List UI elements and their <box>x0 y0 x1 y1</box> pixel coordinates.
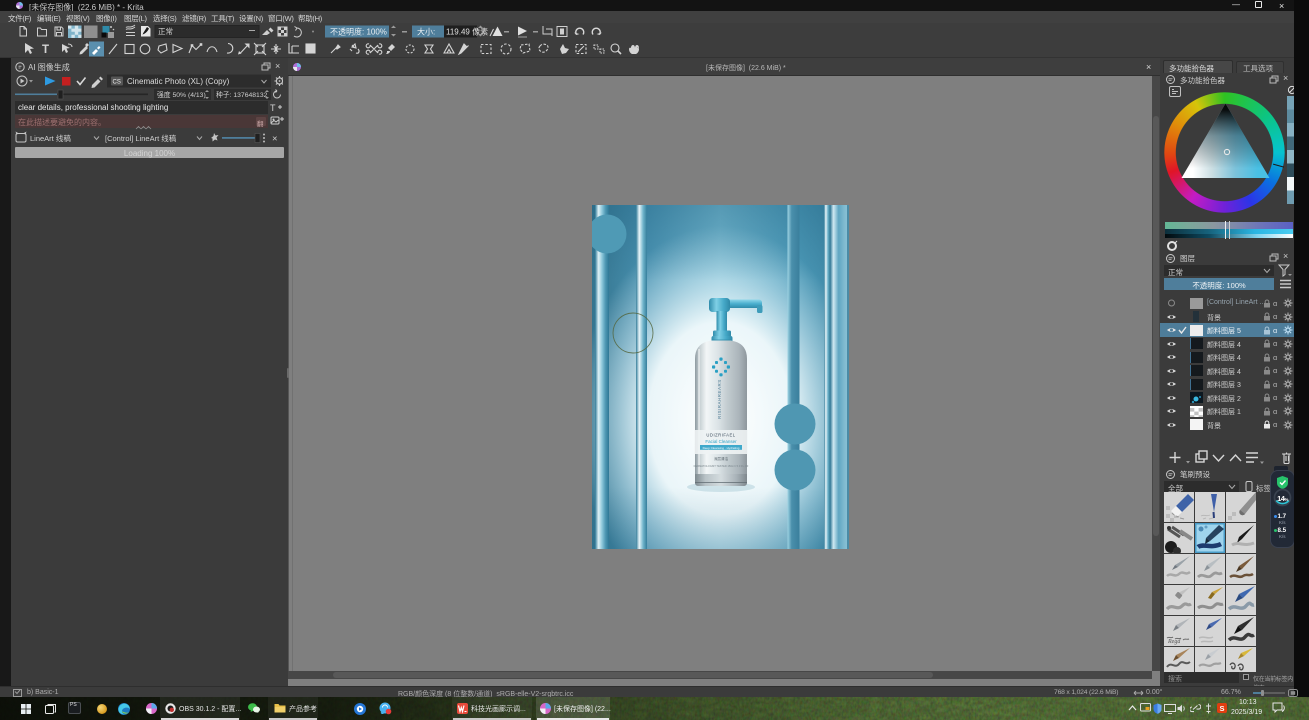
svg-text:T: T <box>42 44 49 56</box>
svg-text:UDIZRIFAEL: UDIZRIFAEL <box>706 433 735 438</box>
svg-text:RISIRAHREARS: RISIRAHREARS <box>717 379 722 419</box>
svg-text:不透明度: 100%: 不透明度: 100% <box>330 27 387 37</box>
svg-text:强度 50% (4/13): 强度 50% (4/13) <box>157 90 206 99</box>
svg-text:深层清洁: 深层清洁 <box>714 456 729 461</box>
svg-text:DERMATOLOGIST TESTED 150ml / 5: DERMATOLOGIST TESTED 150ml / 5.0 FL.OZ <box>694 464 749 468</box>
svg-text:Cinematic Photo (XL) (Copy): Cinematic Photo (XL) (Copy) <box>127 77 230 86</box>
svg-text:Deep Cleansing · Hydrating: Deep Cleansing · Hydrating <box>703 446 740 450</box>
svg-text:大小:: 大小: <box>417 27 435 37</box>
svg-text:Regd: Regd <box>1167 639 1181 645</box>
svg-text:CS: CS <box>113 80 121 86</box>
svg-text:种子: 137648132: 种子: 137648132 <box>216 90 268 99</box>
svg-text:×: × <box>272 134 278 145</box>
svg-text:正常: 正常 <box>158 27 173 36</box>
svg-text:T: T <box>270 103 276 113</box>
svg-text:LineArt 线稿: LineArt 线稿 <box>30 133 71 143</box>
svg-text:Facial Cleanser: Facial Cleanser <box>705 439 737 444</box>
svg-text:[Control] LineArt 线稿: [Control] LineArt 线稿 <box>105 133 177 143</box>
